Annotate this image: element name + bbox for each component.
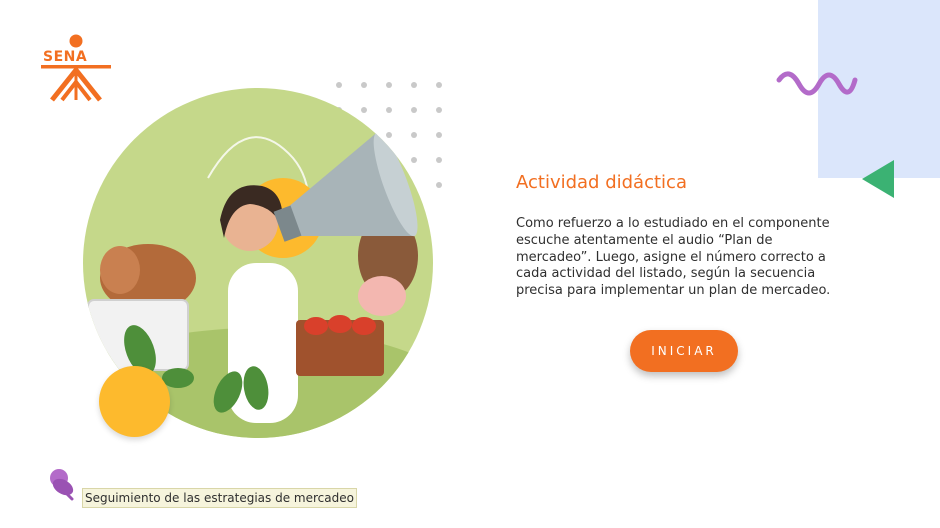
- breadcrumb[interactable]: Seguimiento de las estrategias de mercad…: [82, 488, 357, 508]
- pig-figure: [358, 276, 406, 316]
- activity-instructions: Como refuerzo a lo estudiado en el compo…: [516, 216, 831, 299]
- start-button[interactable]: INICIAR: [630, 330, 738, 372]
- activity-intro-page: SENA Actividad didáctica Como refuerzo a…: [0, 0, 940, 528]
- wave-icon: [776, 71, 858, 96]
- decorative-yellow-circle: [99, 366, 170, 437]
- triangle-icon: [862, 160, 894, 198]
- logo-wordmark: SENA: [43, 49, 88, 65]
- page-title: Actividad didáctica: [516, 172, 687, 193]
- pushpin-icon: [50, 469, 74, 501]
